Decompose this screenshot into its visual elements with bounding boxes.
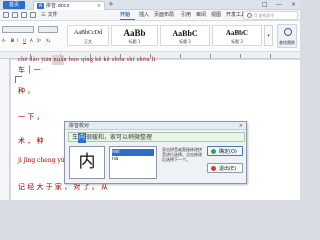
- sentence-preview-input[interactable]: 车内很暖和，家可以稍微整理: [68, 132, 245, 143]
- document-text-line[interactable]: 种 ，: [18, 86, 283, 96]
- find-icon: [284, 28, 292, 36]
- formatting-toolbar: A· B I U A X² X₂ AaBbCcDd 正文 AaBb 标题 1 A…: [0, 21, 300, 52]
- app-menu-icon[interactable]: [3, 12, 9, 18]
- menu-view[interactable]: 视图: [211, 10, 221, 21]
- vertical-ruler: [0, 59, 10, 200]
- bold-button[interactable]: B: [11, 38, 14, 43]
- page-corner-marker: [15, 76, 22, 83]
- pinyin-text-line[interactable]: chē dào jiān nuǎn huo qíng kě kě shōu sh…: [18, 56, 283, 64]
- pinyin-option[interactable]: nà: [112, 156, 154, 163]
- underline-button[interactable]: U: [23, 38, 26, 43]
- highlight-color-button[interactable]: A: [30, 38, 33, 43]
- more-styles-button[interactable]: ▾: [264, 25, 273, 46]
- exit-icon: [211, 166, 216, 171]
- dialog-close-icon[interactable]: ×: [239, 122, 243, 130]
- search-icon: [247, 13, 252, 18]
- close-window-icon[interactable]: ×: [291, 0, 296, 9]
- style-name: 标题 2: [179, 39, 191, 44]
- superscript-button[interactable]: X²: [37, 38, 41, 43]
- dialog-title: 拼音校对: [69, 123, 90, 129]
- document-tab-close-icon[interactable]: ×: [97, 2, 101, 10]
- sentence-suffix: 很暖和，家可以稍微整理: [86, 134, 153, 141]
- font-tools: A· B I U A X² X₂: [2, 23, 62, 49]
- document-tab-label: 拼音.docx: [46, 3, 70, 9]
- dialog-title-bar: 拼音校对 ×: [65, 122, 246, 130]
- menu-insert[interactable]: 插入: [139, 10, 149, 21]
- subscript-button[interactable]: X₂: [46, 38, 50, 43]
- check-icon: [211, 149, 216, 154]
- style-name: 正文: [84, 39, 92, 44]
- menu-references[interactable]: 引用: [181, 10, 191, 21]
- undo-icon[interactable]: [30, 12, 36, 18]
- active-menu-underline: [120, 19, 135, 20]
- new-tab-button[interactable]: +: [108, 0, 114, 9]
- title-bar: 首页 W 拼音.docx × + □ — ×: [0, 0, 300, 10]
- home-tab[interactable]: 首页: [3, 1, 25, 9]
- sentence-preview-text: 车内很暖和，家可以稍微整理: [72, 133, 152, 143]
- style-heading-3[interactable]: AaBbC 标题 3: [212, 25, 262, 46]
- save-icon[interactable]: [12, 12, 18, 18]
- confirm-button-label: 确定(O): [219, 149, 237, 155]
- style-normal[interactable]: AaBbCcDd 正文: [67, 25, 109, 46]
- selected-character-preview: 内: [69, 146, 105, 179]
- command-search-input[interactable]: Q 查找命令: [243, 11, 298, 20]
- large-character: 内: [78, 152, 96, 172]
- menu-review[interactable]: 审阅: [196, 10, 206, 21]
- style-heading-1[interactable]: AaBb 标题 1: [111, 25, 158, 46]
- document-tab[interactable]: W 拼音.docx ×: [33, 1, 105, 10]
- ribbon-menu-bar: 三 文件 开始 插入 页面布局 引用 审阅 视图 开发工具 Q 查找命令: [0, 10, 300, 21]
- exit-button-label: 退出(E): [219, 166, 237, 172]
- find-replace-button[interactable]: 查找替换: [277, 24, 297, 48]
- wps-document-window: 首页 W 拼音.docx × + □ — × 三 文件 开始 插入 页面布局 引…: [0, 0, 300, 200]
- style-heading-2[interactable]: AaBbC 标题 2: [160, 25, 210, 46]
- restore-window-icon[interactable]: □: [262, 0, 268, 9]
- font-size-dropdown[interactable]: [38, 26, 58, 33]
- pinyin-option[interactable]: nèi: [112, 149, 154, 156]
- print-icon[interactable]: [21, 12, 27, 18]
- selected-character: 内: [78, 133, 87, 143]
- document-icon: W: [37, 3, 44, 9]
- font-name-dropdown[interactable]: [2, 26, 34, 33]
- confirm-button[interactable]: 确定(O): [207, 146, 243, 156]
- menu-page-layout[interactable]: 页面布局: [154, 10, 174, 21]
- exit-button[interactable]: 退出(E): [207, 163, 243, 173]
- command-search-placeholder: Q 查找命令: [254, 13, 275, 18]
- style-name: 标题 3: [231, 39, 243, 44]
- menu-file[interactable]: 三 文件: [41, 10, 58, 21]
- font-color-label[interactable]: A·: [2, 38, 6, 43]
- find-replace-label: 查找替换: [279, 40, 295, 45]
- italic-button[interactable]: I: [17, 38, 18, 43]
- dialog-hint-text: 双击拼音或直接修改拼音进行选择。点击修改后选择下一个。: [162, 147, 202, 162]
- minimize-window-icon[interactable]: —: [276, 0, 282, 9]
- style-name: 标题 1: [128, 39, 141, 44]
- pinyin-candidate-list[interactable]: nèi nà: [109, 146, 157, 179]
- pinyin-proofread-dialog: 拼音校对 × 车内很暖和，家可以稍微整理 内 nèi nà 双击拼音或直接修改拼…: [64, 121, 247, 184]
- document-text-line[interactable]: 车 │ 一: [18, 65, 283, 75]
